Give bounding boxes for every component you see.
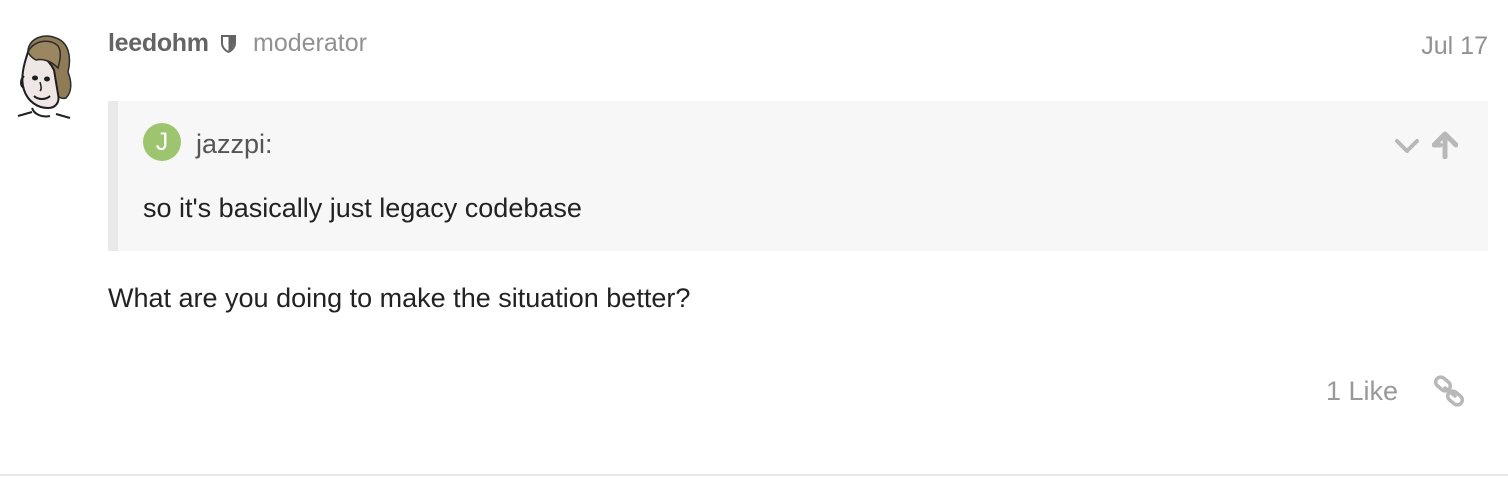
chevron-down-icon[interactable] <box>1394 133 1420 159</box>
link-icon[interactable] <box>1432 374 1468 410</box>
like-count-button[interactable]: 1 Like <box>1326 376 1398 407</box>
post-date-link[interactable]: Jul 17 <box>1421 32 1488 61</box>
user-avatar[interactable] <box>10 30 76 122</box>
moderator-shield-icon <box>221 35 236 53</box>
arrow-up-icon[interactable] <box>1432 131 1458 159</box>
quote-text: so it's basically just legacy codebase <box>143 193 582 223</box>
quote-author-name: jazzpi: <box>196 129 273 159</box>
username-link[interactable]: leedohm <box>108 29 209 58</box>
post-divider <box>0 474 1508 476</box>
quote-author-avatar[interactable]: J <box>143 123 181 161</box>
post-header: leedohm moderator Jul 17 <box>108 28 1488 62</box>
quote-block: J jazzpi: so it's basically just legacy … <box>108 101 1488 251</box>
forum-post: leedohm moderator Jul 17 J jazzpi: so it… <box>0 0 1508 482</box>
post-body-text: What are you doing to make the situation… <box>108 283 691 313</box>
user-title: moderator <box>253 29 367 57</box>
